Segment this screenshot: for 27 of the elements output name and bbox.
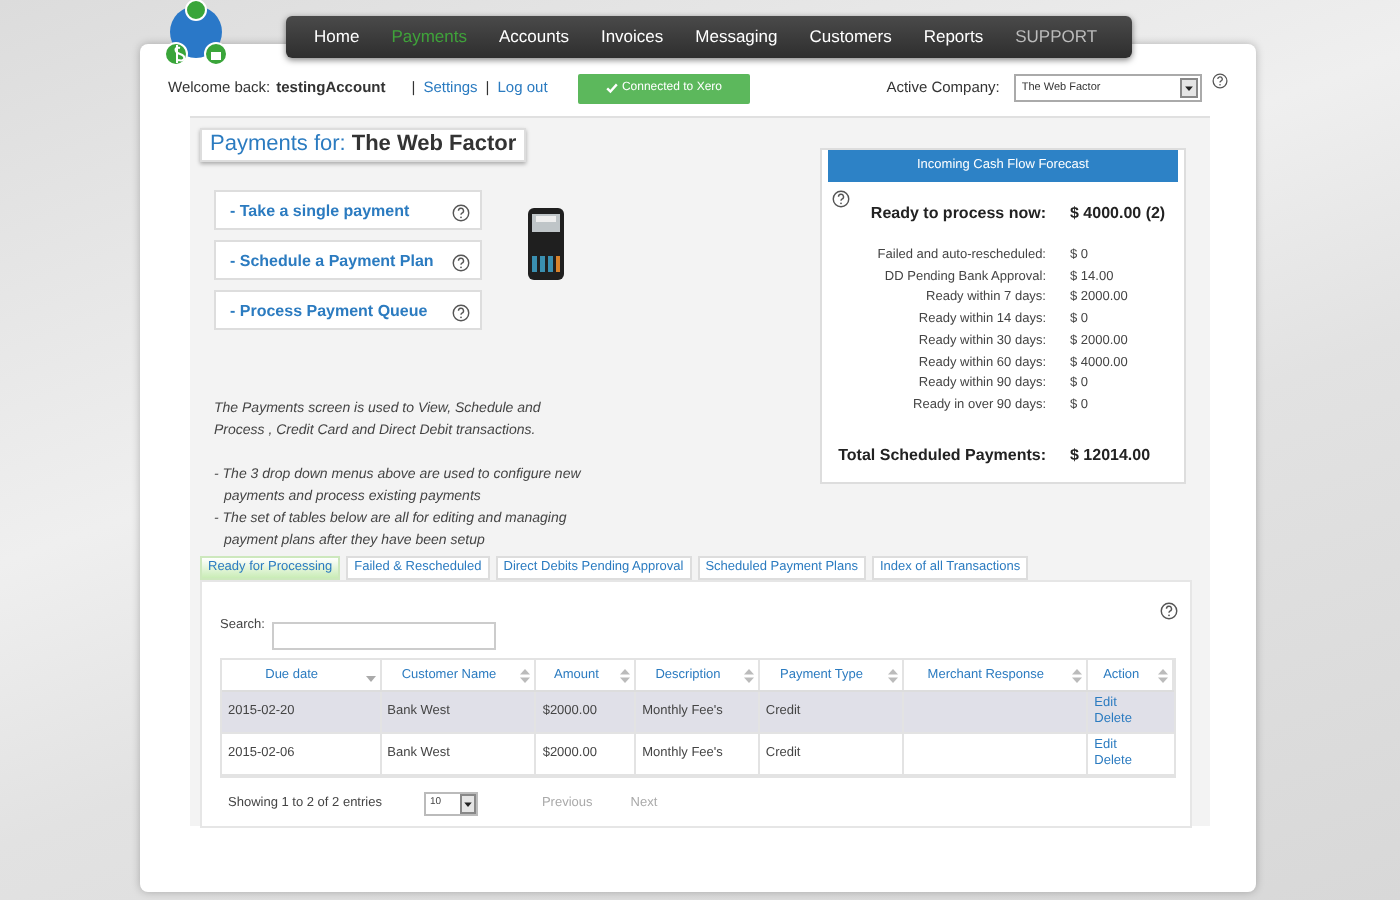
dropdown-icon bbox=[1179, 78, 1198, 98]
help-icon[interactable] bbox=[1160, 602, 1178, 620]
help-icon[interactable] bbox=[832, 190, 850, 208]
action-menu-button[interactable]: - Process Payment Queue bbox=[214, 290, 482, 330]
action-menu-button[interactable]: - Schedule a Payment Plan bbox=[214, 240, 482, 280]
forecast-label: Total Scheduled Payments: bbox=[836, 443, 1046, 468]
nav-item[interactable]: Accounts bbox=[482, 24, 585, 50]
search-field[interactable] bbox=[272, 622, 497, 650]
nav-item[interactable]: Messaging bbox=[679, 24, 794, 50]
help-icon[interactable] bbox=[452, 204, 470, 222]
nav-item[interactable]: Payments bbox=[375, 24, 483, 50]
dropdown-icon bbox=[459, 794, 476, 814]
forecast-value: $ 4000.00 (2) bbox=[1070, 202, 1166, 226]
forecast-value: $ 12014.00 bbox=[1070, 443, 1151, 468]
nav-item[interactable]: Reports bbox=[907, 24, 1000, 50]
help-icon[interactable] bbox=[452, 254, 470, 272]
check-icon bbox=[605, 82, 618, 94]
nav-item[interactable]: Invoices bbox=[584, 24, 680, 50]
help-icon[interactable] bbox=[1211, 72, 1228, 90]
page-title: Payments for: The Web Factor bbox=[200, 127, 527, 162]
help-icon[interactable] bbox=[452, 304, 470, 322]
nav-item[interactable]: Home bbox=[298, 24, 376, 50]
action-menu-button[interactable]: - Take a single payment bbox=[214, 190, 482, 230]
forecast-label: Ready to process now: bbox=[868, 202, 1046, 226]
nav-item[interactable]: Customers bbox=[793, 24, 908, 50]
card-terminal-icon bbox=[526, 206, 566, 282]
nav-item[interactable]: SUPPORT bbox=[999, 24, 1114, 50]
